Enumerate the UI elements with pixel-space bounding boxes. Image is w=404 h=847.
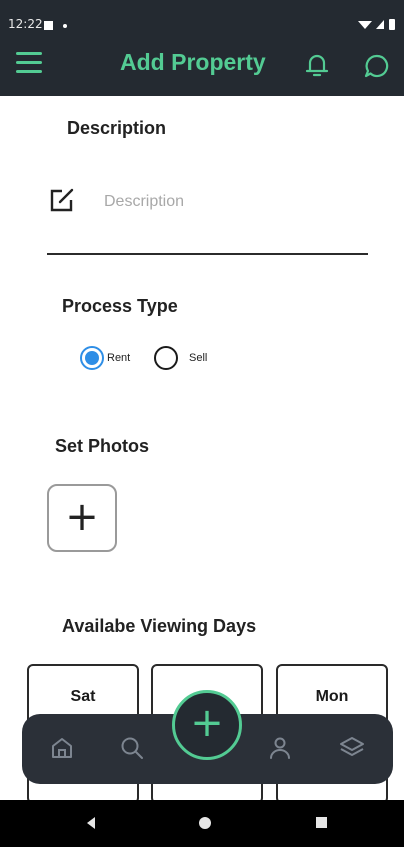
status-dot-icon [63, 24, 67, 28]
signal-battery-icon [358, 19, 395, 30]
radio-sell-label[interactable]: Sell [189, 352, 207, 364]
profile-icon[interactable] [266, 734, 294, 762]
plus-icon: + [65, 494, 99, 540]
search-icon[interactable] [118, 734, 146, 762]
day-label: Mon [315, 688, 349, 705]
app-bar: 12:22 Add Property [0, 0, 404, 96]
plus-icon: + [190, 700, 224, 746]
description-label: Description [67, 118, 167, 138]
home-icon[interactable] [48, 734, 76, 762]
process-type-label: Process Type [62, 296, 178, 316]
chat-icon[interactable] [361, 50, 393, 82]
status-time: 12:22 [8, 17, 43, 31]
day-label: Sat [70, 688, 96, 705]
menu-icon[interactable] [16, 52, 42, 74]
notification-icon [44, 21, 53, 30]
system-navigation-bar [0, 800, 404, 847]
radio-rent[interactable] [80, 346, 104, 370]
add-fab-button[interactable]: + [172, 690, 242, 760]
page-title: Add Property [120, 49, 266, 75]
viewing-days-label: Availabe Viewing Days [62, 616, 257, 636]
description-underline [47, 253, 368, 255]
set-photos-label: Set Photos [55, 436, 150, 456]
edit-icon [50, 188, 74, 212]
home-button[interactable] [199, 817, 211, 829]
description-input[interactable] [104, 189, 364, 215]
radio-rent-label[interactable]: Rent [107, 352, 130, 364]
layers-icon[interactable] [338, 734, 366, 762]
bell-icon[interactable] [302, 50, 332, 80]
recents-button[interactable] [316, 817, 327, 828]
add-photo-button[interactable]: + [47, 484, 117, 552]
radio-sell[interactable] [154, 346, 178, 370]
back-icon[interactable] [84, 816, 98, 830]
